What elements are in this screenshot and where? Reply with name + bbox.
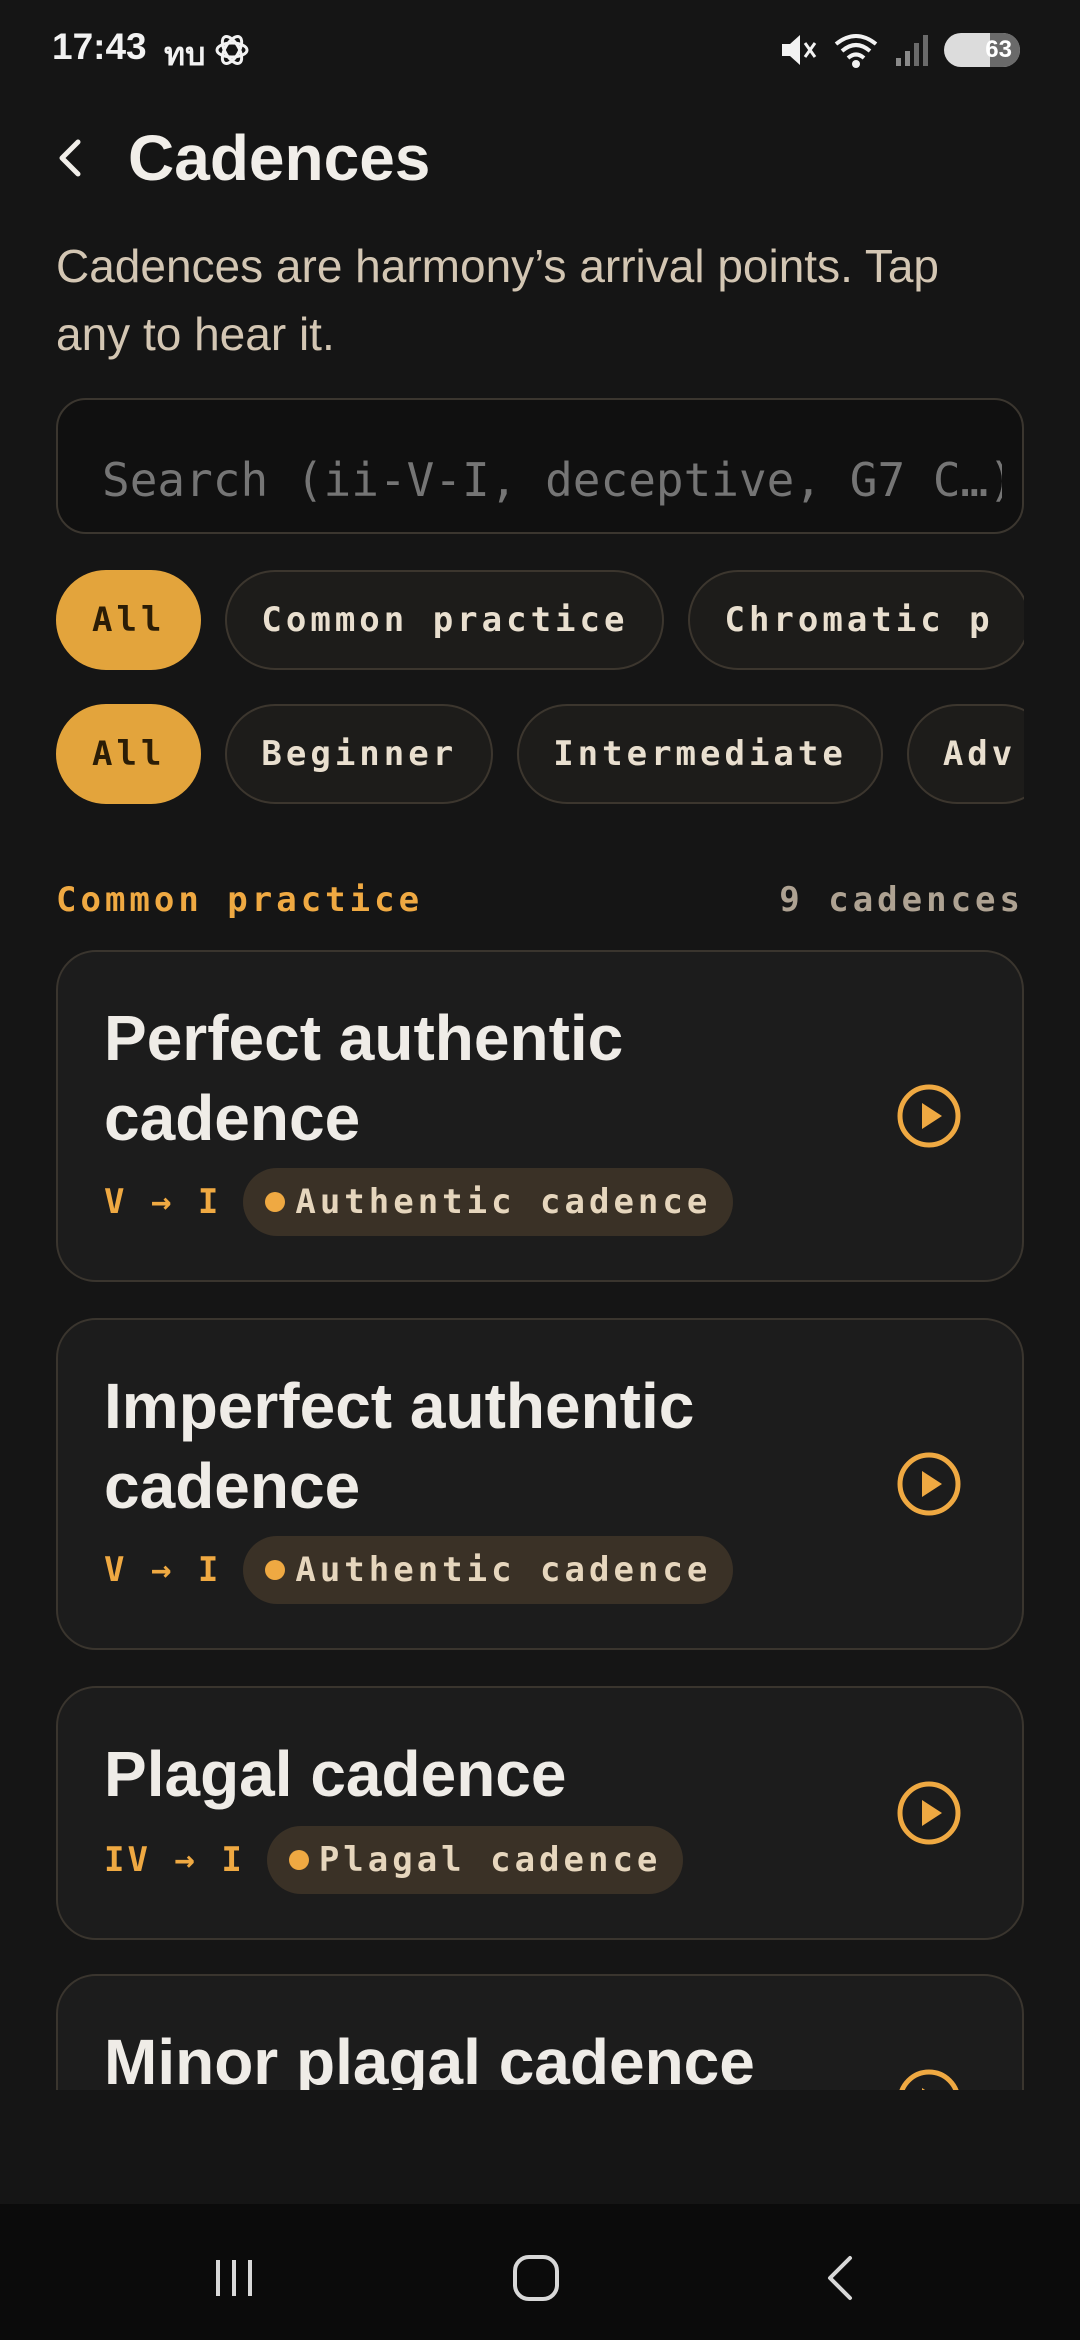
carrier-label: ทบ [164, 36, 206, 72]
chip-category-chromatic[interactable]: Chromatic p [688, 570, 1024, 670]
search-box[interactable] [56, 398, 1024, 534]
cadence-title: Plagal cadence [104, 1738, 567, 1810]
mute-icon [782, 35, 817, 65]
cadence-card[interactable]: Imperfect authentic cadence V → I Authen… [56, 1318, 1024, 1650]
search-input[interactable] [102, 420, 1002, 532]
chip-level-intermediate[interactable]: Intermediate [517, 704, 883, 804]
category-filter-row: All Common practice Chromatic p [56, 570, 1024, 672]
page-description: Cadences are harmony’s arrival points. T… [56, 240, 939, 360]
cadence-progression: V → I [104, 1550, 222, 1590]
signal-icon [896, 35, 928, 66]
header: Cadences [56, 118, 430, 198]
cadence-type-label: Authentic cadence [295, 1550, 712, 1590]
cadence-list: Perfect authentic cadence V → I Authenti… [0, 940, 1080, 2090]
battery-level: 63 [985, 36, 1012, 63]
section-title: Common practice [56, 880, 424, 920]
cadence-type-badge: Authentic cadence [243, 1536, 734, 1604]
play-icon[interactable] [896, 1451, 962, 1517]
play-icon[interactable] [896, 1780, 962, 1846]
status-bar: 17:43 ทบ 63 [0, 0, 1080, 100]
cadence-type-badge: Plagal cadence [266, 1826, 684, 1894]
cadence-type-badge: Authentic cadence [243, 1168, 734, 1236]
badge-dot-icon [288, 1850, 309, 1870]
section-count: 9 cadences [779, 880, 1024, 920]
status-time: 17:43 [52, 26, 147, 67]
chip-category-common-practice[interactable]: Common practice [225, 570, 665, 670]
recent-apps-button[interactable] [204, 2248, 264, 2308]
chip-level-advanced[interactable]: Adv [906, 704, 1024, 804]
chatgpt-notification-icon [215, 35, 249, 65]
back-button[interactable] [56, 128, 96, 188]
chevron-left-icon [59, 139, 81, 177]
cadence-meta: V → I Authentic cadence [104, 1536, 734, 1604]
cadence-progression: V → I [104, 1182, 222, 1222]
cadence-meta: V → I Authentic cadence [104, 1168, 734, 1236]
cadence-card[interactable]: Minor plagal cadence [56, 1974, 1024, 2090]
cadence-title: Imperfect authentic cadence [104, 1370, 695, 1522]
badge-dot-icon [265, 1560, 286, 1580]
cadence-title: Minor plagal cadence [104, 2026, 755, 2090]
page-title: Cadences [128, 122, 431, 194]
home-icon [513, 2255, 559, 2301]
back-arrow-icon [828, 2256, 852, 2300]
level-filter-row: All Beginner Intermediate Adv [56, 704, 1024, 806]
cadence-card[interactable]: Plagal cadence IV → I Plagal cadence [56, 1686, 1024, 1940]
chip-category-all[interactable]: All [56, 570, 202, 670]
section-header: Common practice 9 cadences [56, 880, 1024, 924]
cadence-type-label: Authentic cadence [295, 1182, 712, 1222]
cadence-progression: IV → I [104, 1840, 245, 1880]
play-icon[interactable] [896, 1083, 962, 1149]
battery-indicator: 63 [944, 33, 1020, 67]
system-back-button[interactable] [810, 2248, 870, 2308]
chip-level-all[interactable]: All [56, 704, 202, 804]
cadence-type-label: Plagal cadence [318, 1840, 662, 1880]
chip-level-beginner[interactable]: Beginner [225, 704, 494, 804]
cadence-card[interactable]: Perfect authentic cadence V → I Authenti… [56, 950, 1024, 1282]
home-button[interactable] [506, 2248, 566, 2308]
badge-dot-icon [265, 1192, 286, 1212]
recent-apps-icon [216, 2260, 252, 2296]
system-navigation-bar [0, 2204, 1080, 2340]
play-icon[interactable] [896, 2068, 962, 2090]
wifi-icon [834, 34, 878, 68]
cadence-meta: IV → I Plagal cadence [104, 1826, 684, 1894]
cadence-title: Perfect authentic cadence [104, 1002, 624, 1154]
